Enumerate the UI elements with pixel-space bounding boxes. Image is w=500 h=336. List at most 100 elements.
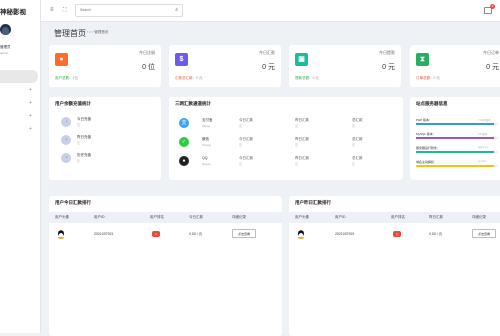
stat-footer: 订单总额：0 元 xyxy=(416,76,440,81)
table-column-header: 用户ID xyxy=(335,215,346,219)
admin-subtitle: admin xyxy=(0,51,9,55)
channel-sub: Qqpay xyxy=(202,162,211,166)
stat-footer-value: 0 元 xyxy=(312,76,319,80)
stat-footer: 用户总数：1位 xyxy=(55,76,78,81)
stat-value: 0 元 xyxy=(486,64,499,71)
qq-avatar-icon xyxy=(57,230,65,239)
stat-footer-label: 用户总数： xyxy=(55,76,73,80)
notification-badge: 0 xyxy=(490,4,495,9)
server-info-label: MySQL 版本： xyxy=(416,132,436,136)
stat-label: 今日汇款 xyxy=(259,50,275,55)
user-recharge-card: 用户余额充值统计 ◔ 今日充值元 ◔ 昨日充值元 ◔ 历史充值元 xyxy=(49,97,161,180)
stat-footer-label: 汇款总汇款： xyxy=(175,76,196,80)
search-icon[interactable]: ⌕ xyxy=(175,8,178,13)
stat-card: ⧗ 今日订单 0 元订单总额：0 元 xyxy=(410,45,500,87)
table-column-header: 用户头像 xyxy=(55,215,69,219)
channel-value: 元 xyxy=(295,162,299,166)
today-rank-card: 用户今日汇款排行 用户头像 用户ID 用户排名 今日汇款 详细记录 2021037921 1… xyxy=(49,196,282,336)
stat-value: 0 元 xyxy=(382,64,395,71)
channel-column-header: 今日汇款 xyxy=(239,156,253,160)
table-column-header: 用户排名 xyxy=(150,215,164,219)
fullscreen-icon[interactable]: ⛶ xyxy=(63,7,67,13)
channel-name: 微信 xyxy=(202,137,209,141)
sidebar-expand-icon[interactable]: + xyxy=(29,101,32,106)
breadcrumb: › ⌂ › 管理首页 xyxy=(87,30,108,35)
stat-footer-value: 0 元 xyxy=(433,76,440,80)
recharge-icon: ◔ xyxy=(61,135,71,145)
server-info-bar-fill xyxy=(416,123,494,125)
admin-avatar[interactable] xyxy=(0,24,11,35)
wechat-icon: ✓ xyxy=(179,137,189,147)
card-title: 用户余额充值统计 xyxy=(55,101,91,106)
admin-name: 管理员 xyxy=(0,45,11,49)
home-icon[interactable]: ⌂ xyxy=(89,30,91,34)
stat-label: 今日订单 xyxy=(483,50,499,55)
server-info-value: 7.4.33 版本 xyxy=(478,119,491,122)
recharge-value: 元 xyxy=(77,123,81,127)
view-details-button[interactable]: 点击查看 xyxy=(232,229,256,238)
card-title: 用户今日汇款排行 xyxy=(55,200,91,205)
stat-card: ▣ 今日提款 0 元提款总额：0 元 xyxy=(289,45,401,87)
remit-amount: 0.00 / 元 xyxy=(189,232,203,236)
sidebar-item-home[interactable] xyxy=(0,70,38,83)
channel-value: 元 xyxy=(352,162,356,166)
rank-badge: 1 xyxy=(393,231,401,237)
channel-value: 元 xyxy=(295,124,299,128)
sidebar-expand-icon[interactable]: + xyxy=(29,127,32,132)
stat-label: 今日注册 xyxy=(139,50,155,55)
stat-footer: 提款总额：0 元 xyxy=(295,76,319,81)
server-info-label: 服务器运行软件： xyxy=(416,146,441,150)
remit-amount: 0.00 / 元 xyxy=(429,232,443,236)
channel-value: 元 xyxy=(352,124,356,128)
hourglass-icon: ⧗ xyxy=(416,53,429,66)
channel-card: 三网汇款通道统计 支支付宝 Alipay 今日汇款元昨日汇款元总汇款元 ✓ 微信 Wxpa… xyxy=(169,97,403,180)
person-icon: ● xyxy=(55,53,68,66)
stat-footer-value: 0 元 xyxy=(196,76,203,80)
stat-footer-label: 订单总额： xyxy=(416,76,434,80)
server-info-label: 域名主动解析： xyxy=(416,160,438,164)
user-id: 2021037921 xyxy=(94,232,114,236)
channel-value: 元 xyxy=(239,162,243,166)
stat-label: 今日提款 xyxy=(379,50,395,55)
server-info-bar xyxy=(416,151,498,153)
user-id: 2021037921 xyxy=(335,232,355,236)
menu-toggle-icon[interactable]: ≡ xyxy=(50,7,54,13)
channel-name: QQ xyxy=(202,156,208,160)
qq-avatar-icon xyxy=(297,230,305,239)
table-column-header: 详细记录 xyxy=(232,215,246,219)
stat-card: $ 今日汇款 0 元汇款总汇款：0 元 xyxy=(169,45,281,87)
view-details-button[interactable]: 点击查看 xyxy=(472,229,496,238)
server-info-bar-fill xyxy=(416,165,494,167)
breadcrumb-separator: › xyxy=(87,30,89,34)
table-row: 2021037921 1 0.00 / 元 点击查看 xyxy=(49,226,282,246)
server-info-value: 5.6 版本 xyxy=(478,133,488,136)
recharge-icon: ◔ xyxy=(61,117,71,127)
dollar-icon: $ xyxy=(175,53,188,66)
brand-title: 神秘影视 xyxy=(0,9,26,16)
recharge-name: 昨日充值 xyxy=(77,135,91,139)
stat-footer-label: 提款总额： xyxy=(295,76,313,80)
table-column-header: 今日汇款 xyxy=(189,215,203,219)
table-column-header: 用户头像 xyxy=(295,215,309,219)
card-title: 用户昨日汇款排行 xyxy=(295,200,331,205)
table-row: 2021037921 1 0.00 / 元 点击查看 xyxy=(289,226,500,246)
stat-footer: 汇款总汇款：0 元 xyxy=(175,76,202,81)
search-input[interactable] xyxy=(80,8,166,12)
channel-value: 元 xyxy=(295,143,299,147)
topbar: ≡ ⛶ ⌕ 0 xyxy=(41,0,500,22)
channel-column-header: 总汇款 xyxy=(352,137,363,141)
channel-value: 元 xyxy=(239,143,243,147)
server-info-bar-fill xyxy=(416,151,494,153)
channel-column-header: 昨日汇款 xyxy=(295,156,309,160)
yesterday-rank-card: 用户昨日汇款排行 用户头像 用户ID 用户排名 昨日汇款 详细记录 2021037921 1… xyxy=(289,196,500,336)
table-column-header: 昨日汇款 xyxy=(429,215,443,219)
channel-sub: Wxpay xyxy=(202,143,212,147)
table-header-row: 用户头像 用户ID 用户排名 今日汇款 详细记录 xyxy=(49,212,282,223)
sidebar-expand-icon[interactable]: + xyxy=(29,88,32,93)
table-column-header: 详细记录 xyxy=(472,215,486,219)
sidebar-expand-icon[interactable]: + xyxy=(29,114,32,119)
recharge-icon: ◔ xyxy=(61,153,71,163)
table-header-row: 用户头像 用户ID 用户排名 昨日汇款 详细记录 xyxy=(289,212,500,223)
server-info-bar xyxy=(416,123,498,125)
server-info-bar xyxy=(416,137,498,139)
